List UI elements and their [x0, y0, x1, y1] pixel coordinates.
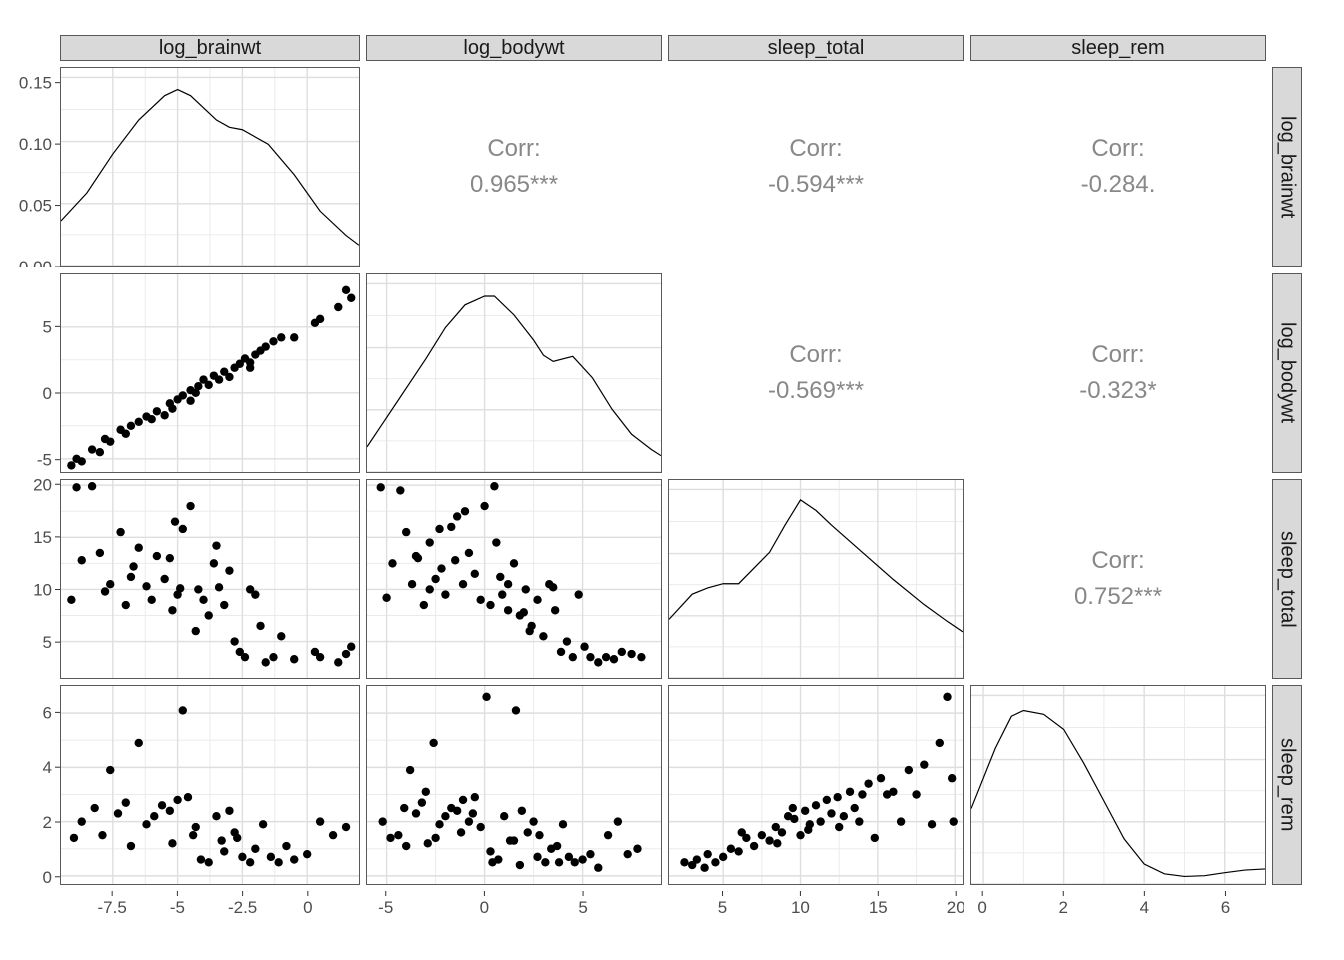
svg-text:20: 20 [33, 479, 52, 494]
svg-text:15: 15 [869, 898, 888, 917]
corr-label: Corr: [789, 337, 842, 373]
corr-value: -0.323* [1079, 373, 1156, 409]
svg-text:0: 0 [303, 898, 312, 917]
panel-corr-sleeptotal-sleeprem: Corr: 0.752*** [970, 479, 1266, 679]
svg-text:0.15: 0.15 [19, 74, 52, 93]
svg-text:0: 0 [43, 384, 52, 403]
y-axis-row2: -5 0 5 [0, 273, 60, 473]
svg-text:10: 10 [791, 898, 810, 917]
column-strip-log-bodywt: log_bodywt [366, 35, 662, 61]
svg-text:0.00: 0.00 [19, 258, 52, 267]
svg-text:0: 0 [480, 898, 489, 917]
svg-text:4: 4 [1140, 898, 1149, 917]
panel-corr-brainwt-sleeptotal: Corr: -0.594*** [668, 67, 964, 267]
svg-text:5: 5 [43, 633, 52, 652]
svg-text:-7.5: -7.5 [98, 898, 127, 917]
row-strip-log-bodywt: log_bodywt [1272, 273, 1302, 473]
x-axis-col3: 0 2 4 6 [970, 891, 1266, 921]
svg-text:-2.5: -2.5 [228, 898, 257, 917]
panel-scatter-sleeptotal-vs-bodywt [366, 479, 662, 679]
corner-blank [1272, 35, 1302, 61]
panel-scatter-bodywt-vs-brainwt [60, 273, 360, 473]
svg-text:2: 2 [43, 813, 52, 832]
corr-label: Corr: [789, 131, 842, 167]
corr-value: 0.752*** [1074, 579, 1162, 615]
svg-text:20: 20 [947, 898, 964, 917]
panel-scatter-sleeptotal-vs-brainwt [60, 479, 360, 679]
svg-text:6: 6 [43, 703, 52, 722]
svg-text:0: 0 [43, 868, 52, 885]
corr-value: -0.594*** [768, 167, 864, 203]
svg-text:-5: -5 [37, 451, 52, 470]
svg-text:-5: -5 [378, 898, 393, 917]
svg-text:15: 15 [33, 528, 52, 547]
panel-corr-brainwt-bodywt: Corr: 0.965*** [366, 67, 662, 267]
corr-value: 0.965*** [470, 167, 558, 203]
panel-scatter-sleeprem-vs-sleeptotal [668, 685, 964, 885]
svg-text:10: 10 [33, 581, 52, 600]
panel-corr-bodywt-sleeptotal: Corr: -0.569*** [668, 273, 964, 473]
panel-scatter-sleeprem-vs-bodywt [366, 685, 662, 885]
panel-density-sleep-rem [970, 685, 1266, 885]
panel-density-sleep-total [668, 479, 964, 679]
svg-text:5: 5 [578, 898, 587, 917]
panel-scatter-sleeprem-vs-brainwt [60, 685, 360, 885]
panel-density-log-brainwt [60, 67, 360, 267]
panel-corr-brainwt-sleeprem: Corr: -0.284. [970, 67, 1266, 267]
svg-text:0.10: 0.10 [19, 135, 52, 154]
corr-label: Corr: [487, 131, 540, 167]
x-axis-col0: -7.5 -5 -2.5 0 [60, 891, 360, 921]
corr-value: -0.569*** [768, 373, 864, 409]
x-axis-col1: -5 0 5 [366, 891, 662, 921]
corr-label: Corr: [1091, 543, 1144, 579]
corr-label: Corr: [1091, 337, 1144, 373]
corr-label: Corr: [1091, 131, 1144, 167]
x-axis-col2: 5 10 15 20 [668, 891, 964, 921]
pairs-matrix-figure: log_brainwt log_bodywt sleep_total sleep… [0, 0, 1344, 960]
corr-value: -0.284. [1081, 167, 1156, 203]
row-strip-sleep-rem: sleep_rem [1272, 685, 1302, 885]
column-strip-sleep-total: sleep_total [668, 35, 964, 61]
svg-text:4: 4 [43, 758, 52, 777]
svg-text:-5: -5 [170, 898, 185, 917]
y-axis-row1: 0.00 0.05 0.10 0.15 [0, 67, 60, 267]
svg-text:6: 6 [1221, 898, 1230, 917]
svg-text:0: 0 [977, 898, 986, 917]
y-axis-row3: 5 10 15 20 [0, 479, 60, 679]
column-strip-log-brainwt: log_brainwt [60, 35, 360, 61]
svg-text:5: 5 [43, 317, 52, 336]
svg-text:2: 2 [1059, 898, 1068, 917]
panel-density-log-bodywt [366, 273, 662, 473]
y-axis-row4: 0 2 4 6 [0, 685, 60, 885]
panel-corr-bodywt-sleeprem: Corr: -0.323* [970, 273, 1266, 473]
svg-text:0.05: 0.05 [19, 197, 52, 216]
column-strip-sleep-rem: sleep_rem [970, 35, 1266, 61]
row-strip-sleep-total: sleep_total [1272, 479, 1302, 679]
row-strip-log-brainwt: log_brainwt [1272, 67, 1302, 267]
svg-text:5: 5 [718, 898, 727, 917]
x-axis-corner [1272, 891, 1302, 921]
